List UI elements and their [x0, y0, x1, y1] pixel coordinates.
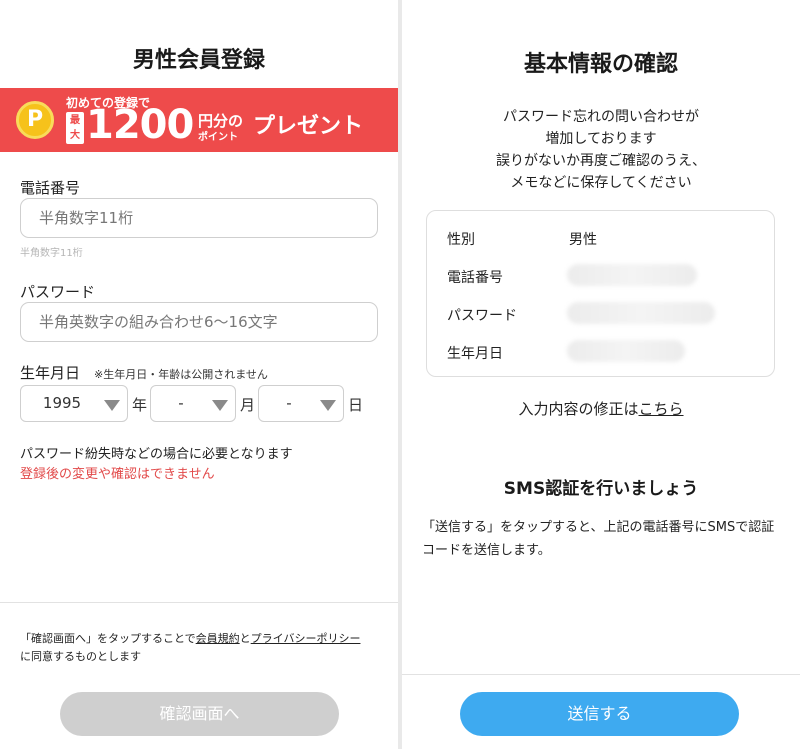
no-change-warning: 登録後の変更や確認はできません — [20, 467, 215, 482]
terms-prefix: 「確認画面へ」をタップすることで — [20, 632, 196, 645]
birthdate-privacy-note: ※生年月日・年齢は公開されません — [94, 368, 268, 381]
phone-input[interactable]: 半角数字11桁 — [20, 198, 378, 238]
sms-description: 「送信する」をタップすると、上記の電話番号にSMSで認証コードを送信します。 — [422, 520, 775, 558]
sms-title: SMS認証を行いましょう — [503, 479, 699, 499]
year-unit: 年 — [132, 396, 148, 414]
birthdate-label: 生年月日 — [20, 364, 81, 382]
birthdate-value-redacted — [567, 340, 685, 362]
phone-label: 電話番号 — [447, 270, 503, 286]
day-select[interactable]: - — [258, 385, 344, 422]
notice-line: 誤りがないか再度ご確認のうえ、 — [496, 153, 706, 169]
chevron-down-icon — [104, 400, 120, 411]
gender-label: 性別 — [447, 232, 475, 248]
banner-max-label: 最大 — [66, 112, 84, 144]
modify-prefix: 入力内容の修正は — [518, 400, 639, 418]
point-coin-icon: P — [16, 101, 54, 139]
terms-link[interactable]: 会員規約 — [196, 632, 240, 645]
year-select[interactable]: 1995 — [20, 385, 128, 422]
terms-mid: と — [239, 632, 251, 645]
chevron-down-icon — [320, 400, 336, 411]
notice-line: メモなどに保存してください — [510, 175, 692, 191]
password-recovery-note: パスワード紛失時などの場合に必要となります — [20, 447, 293, 462]
day-value: - — [286, 394, 292, 412]
notice-line: 増加しております — [545, 131, 657, 147]
banner-present-text: プレゼント — [253, 114, 364, 139]
password-value-redacted — [567, 302, 715, 324]
promo-banner: P 初めての登録で 最大 1200 円分の ポイント プレゼント — [0, 88, 398, 152]
password-label: パスワード — [20, 283, 96, 301]
terms-agreement: 「確認画面へ」をタップすることで会員規約とプライバシーポリシー に同意するものと… — [20, 630, 390, 666]
password-label: パスワード — [447, 308, 517, 324]
year-value: 1995 — [42, 394, 82, 412]
password-notice: パスワード忘れの問い合わせが 増加しております 誤りがないか再度ご確認のうえ、 … — [402, 106, 800, 194]
banner-amount: 1200 — [86, 102, 194, 148]
chevron-down-icon — [212, 400, 228, 411]
registration-panel: 男性会員登録 P 初めての登録で 最大 1200 円分の ポイント プレゼント … — [0, 0, 398, 749]
privacy-policy-link[interactable]: プライバシーポリシー — [251, 632, 361, 645]
send-button[interactable]: 送信する — [460, 692, 739, 736]
divider — [0, 602, 398, 603]
birthdate-label: 生年月日 — [447, 346, 503, 362]
phone-value-redacted — [567, 264, 697, 286]
gender-value: 男性 — [569, 232, 597, 248]
month-select[interactable]: - — [150, 385, 236, 422]
password-input[interactable]: 半角英数字の組み合わせ6〜16文字 — [20, 302, 378, 342]
page-title: 基本情報の確認 — [523, 52, 678, 77]
divider — [402, 674, 800, 675]
month-value: - — [178, 394, 184, 412]
phone-label: 電話番号 — [20, 179, 81, 197]
modify-link[interactable]: こちら — [639, 400, 684, 418]
page-title: 男性会員登録 — [132, 48, 265, 73]
banner-unit-point: ポイント — [198, 132, 238, 143]
confirmation-panel: 基本情報の確認 パスワード忘れの問い合わせが 増加しております 誤りがないか再度… — [402, 0, 800, 749]
month-unit: 月 — [240, 396, 256, 414]
terms-suffix: に同意するものとします — [20, 650, 141, 663]
phone-hint: 半角数字11桁 — [20, 248, 83, 259]
notice-line: パスワード忘れの問い合わせが — [503, 109, 699, 125]
confirm-button[interactable]: 確認画面へ — [60, 692, 339, 736]
modify-link-row: 入力内容の修正はこちら — [402, 398, 800, 419]
info-summary-card: 性別 男性 電話番号 パスワード 生年月日 — [426, 210, 775, 377]
day-unit: 日 — [348, 396, 364, 414]
